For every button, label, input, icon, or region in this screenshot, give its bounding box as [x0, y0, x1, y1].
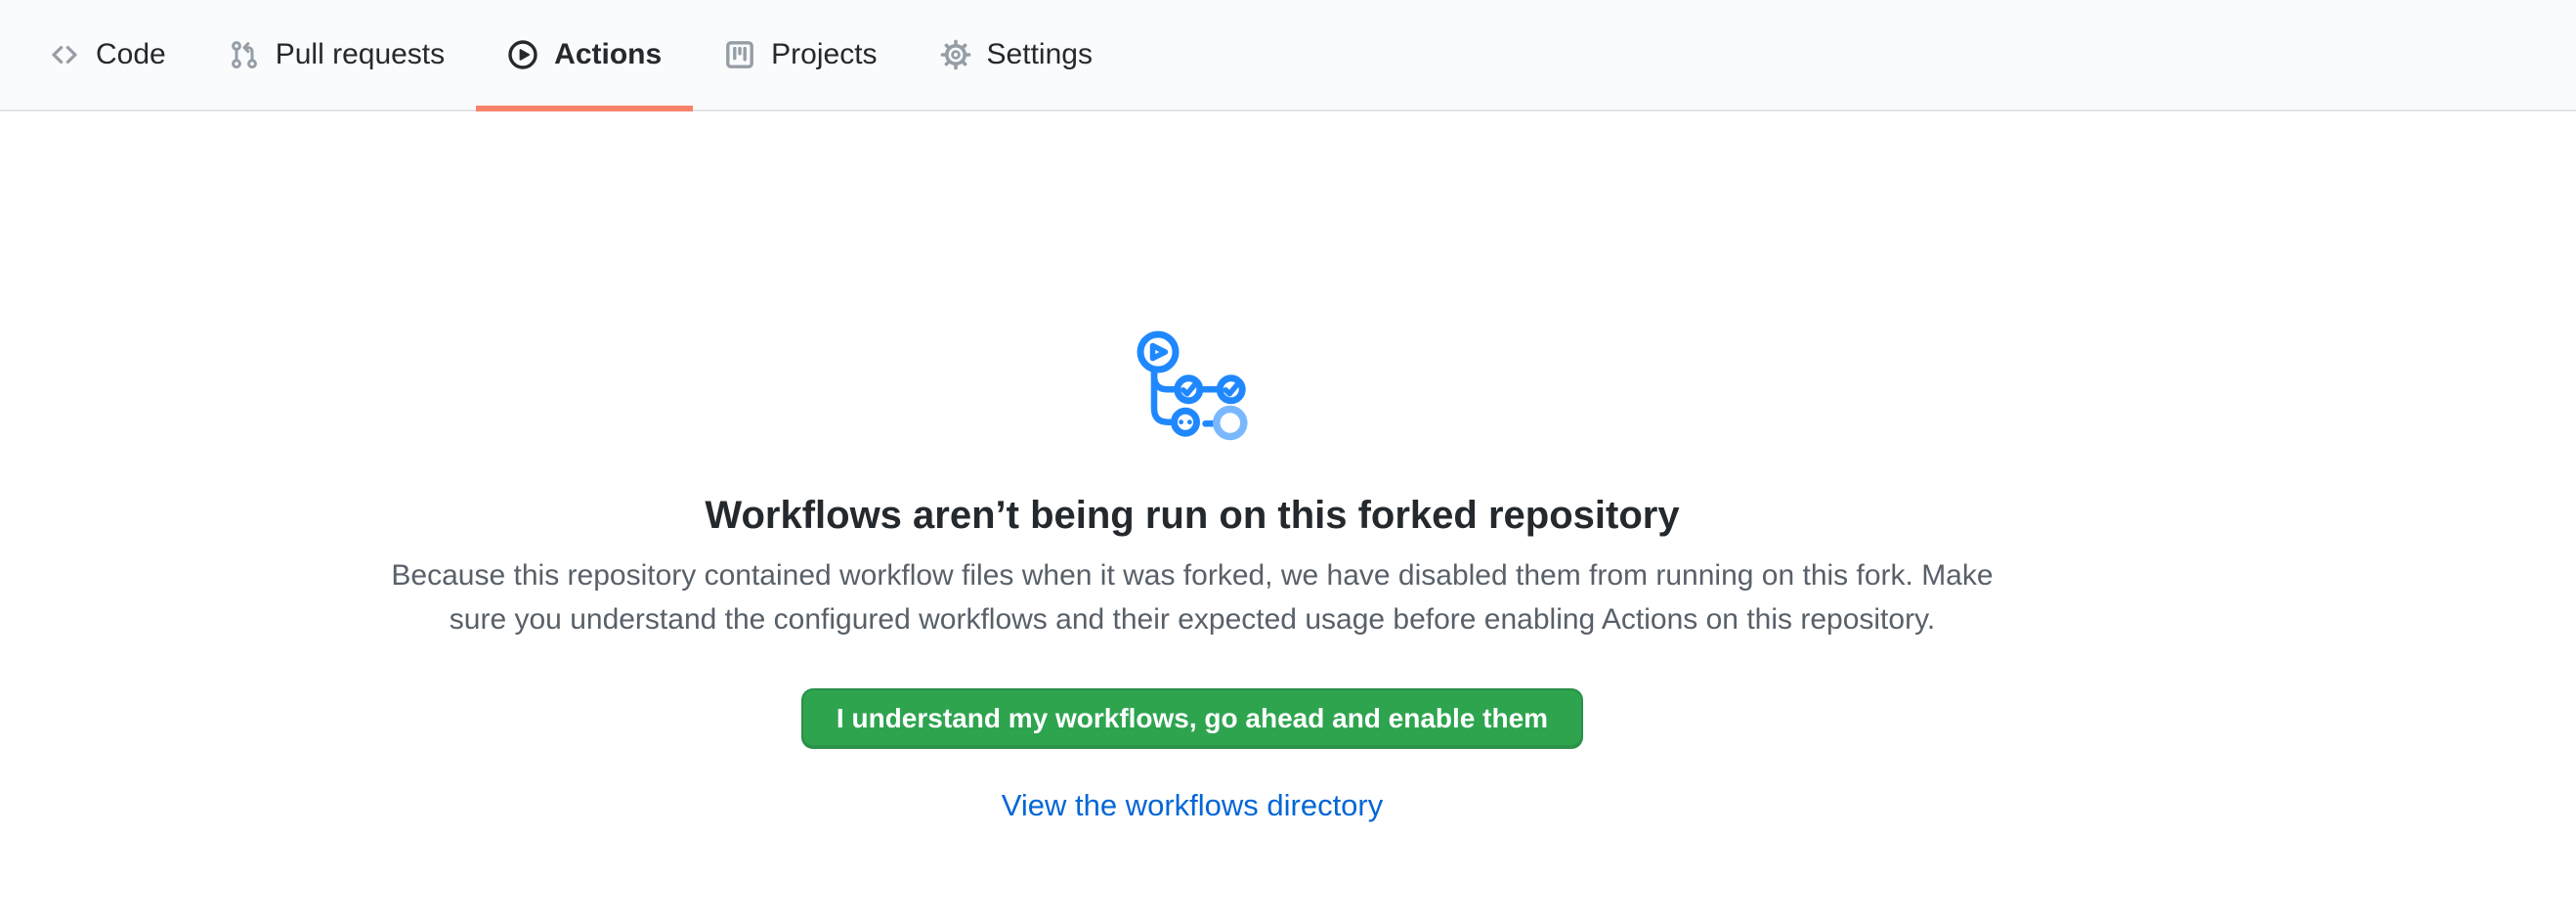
- page-title: Workflows aren’t being run on this forke…: [0, 491, 2384, 540]
- repo-tab-nav: Code Pull requests Actions: [0, 0, 2576, 111]
- actions-blankslate: Workflows aren’t being run on this forke…: [0, 111, 2384, 823]
- tab-code[interactable]: Code: [18, 0, 197, 110]
- play-circle-icon: [507, 39, 538, 70]
- gear-icon: [940, 39, 971, 70]
- tab-actions[interactable]: Actions: [476, 0, 693, 110]
- code-icon: [49, 39, 80, 70]
- tab-label: Actions: [554, 38, 662, 71]
- git-pull-request-icon: [229, 39, 260, 70]
- enable-button-row: I understand my workflows, go ahead and …: [0, 641, 2384, 749]
- tab-label: Settings: [987, 38, 1093, 71]
- workflows-link-row: View the workflows directory: [0, 788, 2384, 823]
- workflows-directory-link[interactable]: View the workflows directory: [1002, 788, 1384, 822]
- tab-label: Pull requests: [276, 38, 445, 71]
- tab-projects[interactable]: Projects: [693, 0, 908, 110]
- blankslate-description: Because this repository contained workfl…: [381, 553, 2003, 641]
- tab-label: Projects: [771, 38, 877, 71]
- tab-label: Code: [96, 38, 166, 71]
- project-board-icon: [724, 39, 755, 70]
- tab-pull-requests[interactable]: Pull requests: [197, 0, 476, 110]
- enable-workflows-button[interactable]: I understand my workflows, go ahead and …: [801, 688, 1583, 749]
- actions-workflow-icon: [1132, 328, 1253, 445]
- tab-settings[interactable]: Settings: [909, 0, 1124, 110]
